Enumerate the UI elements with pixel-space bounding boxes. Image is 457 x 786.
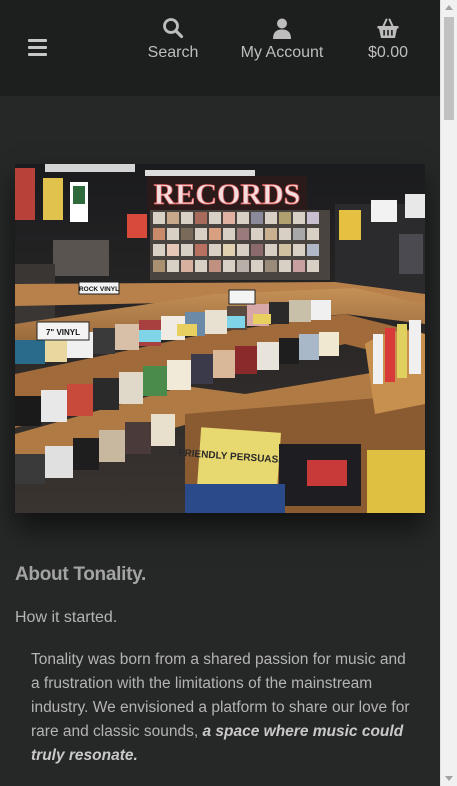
site-header: Search My Account $0.00 bbox=[0, 0, 440, 96]
user-icon bbox=[273, 18, 291, 39]
about-title: About Tonality. bbox=[15, 564, 146, 585]
about-subtitle: How it started. bbox=[15, 609, 118, 626]
cart-total: $0.00 bbox=[367, 44, 409, 61]
scroll-down-icon[interactable] bbox=[445, 776, 453, 781]
records-sign-text: RECORDS bbox=[154, 178, 301, 211]
search-label: Search bbox=[147, 44, 199, 61]
account-label: My Account bbox=[240, 44, 324, 61]
scroll-up-icon[interactable] bbox=[445, 5, 453, 10]
viewport: Search My Account $0.00 RECORDS 7" VINYL… bbox=[0, 0, 440, 786]
bin-label-rock: ROCK VINYL bbox=[79, 286, 119, 293]
record-store-photo: RECORDS 7" VINYL ROCK VINYL FRIENDLY PER… bbox=[15, 164, 425, 513]
vertical-scrollbar[interactable] bbox=[440, 0, 457, 786]
menu-icon[interactable] bbox=[28, 39, 48, 57]
page: Search My Account $0.00 RECORDS 7" VINYL… bbox=[0, 0, 457, 786]
about-body: Tonality was born from a shared passion … bbox=[31, 648, 416, 768]
cart-link[interactable]: $0.00 bbox=[362, 16, 414, 62]
search-link[interactable]: Search bbox=[145, 16, 201, 62]
basket-icon bbox=[377, 18, 399, 38]
account-link[interactable]: My Account bbox=[236, 16, 328, 62]
search-icon bbox=[163, 18, 184, 39]
bin-label-7inch: 7" VINYL bbox=[46, 328, 80, 337]
scroll-thumb[interactable] bbox=[444, 17, 454, 120]
hero-image: RECORDS 7" VINYL ROCK VINYL FRIENDLY PER… bbox=[15, 164, 425, 513]
